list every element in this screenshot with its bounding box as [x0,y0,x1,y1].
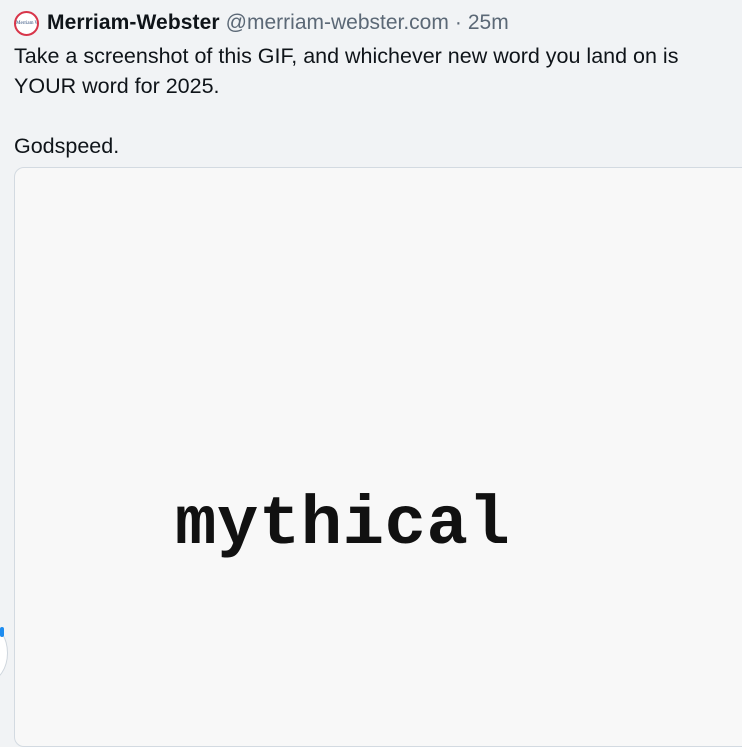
header-separator: · [454,11,462,34]
gif-word: mythical [175,486,511,564]
post: Merriam Webster Merriam-Webster @merriam… [0,0,742,747]
post-timestamp[interactable]: 25m [468,11,509,35]
merriam-webster-logo-icon: Merriam Webster [16,20,39,26]
post-header: Merriam Webster Merriam-Webster @merriam… [14,8,509,38]
author-name[interactable]: Merriam-Webster [47,11,220,35]
gif-media[interactable]: mythical [14,167,742,747]
post-text-line: Take a screenshot of this GIF, and which… [14,44,679,98]
post-body: Take a screenshot of this GIF, and which… [14,41,738,161]
avatar[interactable]: Merriam Webster [14,10,39,36]
post-text-line: Godspeed. [14,134,120,158]
side-accent-indicator [0,627,4,637]
author-handle[interactable]: @merriam-webster.com [226,11,449,35]
